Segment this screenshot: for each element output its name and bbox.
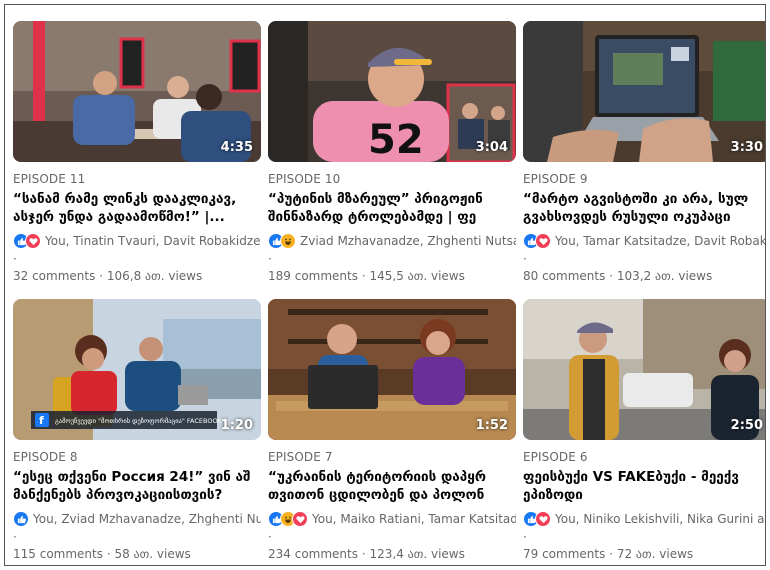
view-count: 72 ათ. views xyxy=(616,547,694,559)
episode-label: EPISODE 10 xyxy=(268,172,341,186)
video-title[interactable]: “ესეც თქვენი Россия 24!” ვინ აშ მანქენებ… xyxy=(13,468,261,504)
reactors-text[interactable]: You, Niniko Lekishvili, Nika Gurini and … xyxy=(555,512,765,526)
thumbnail-image xyxy=(523,21,765,162)
view-count: 106,8 ათ. views xyxy=(106,269,203,281)
video-title-line-2[interactable]: ეპიზოდი xyxy=(523,486,765,504)
video-title-line-2[interactable]: მანქენებს პროვოკაციისთვის? xyxy=(13,486,261,504)
video-stats: 32 comments · 106,8 ათ. views xyxy=(13,269,261,281)
separator-dot: · xyxy=(268,530,272,544)
separator-dot: · xyxy=(361,269,366,281)
video-title-line-1[interactable]: “პუტინის მზარეულ” პრიგოჟინ xyxy=(268,190,516,208)
video-thumbnail[interactable]: 4:35 xyxy=(13,21,261,162)
video-grid-panel: 4:35 EPISODE 11 “სანამ რამე ლინკს დააკლი… xyxy=(4,4,766,566)
video-title-line-1[interactable]: “მარტო აგვისტოში კი არა, სულ xyxy=(523,190,765,208)
separator-dot: · xyxy=(13,252,17,266)
video-stats: 189 comments · 145,5 ათ. views xyxy=(268,269,516,281)
love-reaction-icon xyxy=(535,233,551,249)
video-duration: 1:52 xyxy=(475,418,508,433)
svg-text:52: 52 xyxy=(368,117,424,162)
overlay-caption: გამოუწვევდი "მოთხრის დეზოფორმაცია" FACEB… xyxy=(55,416,230,425)
video-card[interactable]: 4:35 EPISODE 11 “სანამ რამე ლინკს დააკლი… xyxy=(13,21,261,281)
thumbnail-image xyxy=(523,299,765,440)
comment-count[interactable]: 115 comments xyxy=(13,547,103,559)
reactions-row[interactable]: You, Tinatin Tvauri, Davit Robakidze and xyxy=(13,232,261,250)
separator-dot: · xyxy=(523,530,527,544)
episode-label: EPISODE 7 xyxy=(268,450,333,464)
video-duration: 3:30 xyxy=(730,140,763,155)
comment-count[interactable]: 80 comments xyxy=(523,269,605,281)
video-grid: 4:35 EPISODE 11 “სანამ რამე ლინკს დააკლი… xyxy=(13,21,765,559)
episode-label: EPISODE 8 xyxy=(13,450,78,464)
haha-reaction-icon xyxy=(280,233,296,249)
video-title[interactable]: “უკრაინის ტერიტორიის დაპყრ თვითონ ცდილობ… xyxy=(268,468,516,504)
separator-dot: · xyxy=(106,547,111,559)
video-title-line-2[interactable]: შინნაზარდ ტროლებამდე | ფე xyxy=(268,208,516,226)
reactors-text[interactable]: You, Maiko Ratiani, Tamar Katsitadze a xyxy=(312,512,516,526)
separator-dot: · xyxy=(268,252,272,266)
video-stats: 80 comments · 103,2 ათ. views xyxy=(523,269,765,281)
svg-text:f: f xyxy=(39,414,44,427)
separator-dot: · xyxy=(361,547,366,559)
video-card[interactable]: f გამოუწვევდი "მოთხრის დეზოფორმაცია" FAC… xyxy=(13,299,261,559)
view-count: 123,4 ათ. views xyxy=(369,547,465,559)
reactions-row[interactable]: You, Niniko Lekishvili, Nika Gurini and … xyxy=(523,510,765,528)
video-stats: 234 comments · 123,4 ათ. views xyxy=(268,547,516,559)
view-count: 58 ათ. views xyxy=(114,547,191,559)
video-title-line-1[interactable]: ფეისბუქი VS FAKEბუქი - მეექვ xyxy=(523,468,765,486)
episode-label: EPISODE 9 xyxy=(523,172,588,186)
video-thumbnail[interactable]: f გამოუწვევდი "მოთხრის დეზოფორმაცია" FAC… xyxy=(13,299,261,440)
video-card[interactable]: 1:52 EPISODE 7 “უკრაინის ტერიტორიის დაპყ… xyxy=(268,299,516,559)
video-title[interactable]: “სანამ რამე ლინკს დააკლიკავ, ასჯერ უნდა … xyxy=(13,190,261,226)
video-thumbnail[interactable]: 2:50 xyxy=(523,299,765,440)
video-title[interactable]: “მარტო აგვისტოში კი არა, სულ გვახსოვდეს … xyxy=(523,190,765,226)
love-reaction-icon xyxy=(292,511,308,527)
video-title[interactable]: ფეისბუქი VS FAKEბუქი - მეექვ ეპიზოდი xyxy=(523,468,765,504)
like-reaction-icon xyxy=(13,511,29,527)
separator-dot: · xyxy=(609,547,614,559)
reactions-row[interactable]: Zviad Mzhavanadze, Zhghenti Nutsa and xyxy=(268,232,516,250)
video-title-line-1[interactable]: “სანამ რამე ლინკს დააკლიკავ, xyxy=(13,190,261,208)
video-duration: 2:50 xyxy=(730,418,763,433)
video-thumbnail[interactable]: 1:52 xyxy=(268,299,516,440)
episode-label: EPISODE 6 xyxy=(523,450,588,464)
reactors-text[interactable]: You, Tamar Katsitadze, Davit Robakidze a xyxy=(555,234,765,248)
view-count: 145,5 ათ. views xyxy=(369,269,465,281)
video-title-line-1[interactable]: “უკრაინის ტერიტორიის დაპყრ xyxy=(268,468,516,486)
video-thumbnail[interactable]: 52 3:04 xyxy=(268,21,516,162)
video-title[interactable]: “პუტინის მზარეულ” პრიგოჟინ შინნაზარდ ტრო… xyxy=(268,190,516,226)
reactions-row[interactable]: You, Tamar Katsitadze, Davit Robakidze a xyxy=(523,232,765,250)
video-card[interactable]: 52 3:04 EPISODE 10 “პუტინის მზარეულ” პრი… xyxy=(268,21,516,281)
reactors-text[interactable]: Zviad Mzhavanadze, Zhghenti Nutsa and xyxy=(300,234,516,248)
video-card[interactable]: 3:30 EPISODE 9 “მარტო აგვისტოში კი არა, … xyxy=(523,21,765,281)
view-count: 103,2 ათ. views xyxy=(616,269,713,281)
reactions-row[interactable]: You, Maiko Ratiani, Tamar Katsitadze a xyxy=(268,510,516,528)
separator-dot: · xyxy=(523,252,527,266)
separator-dot: · xyxy=(13,530,17,544)
episode-label: EPISODE 11 xyxy=(13,172,86,186)
comment-count[interactable]: 32 comments xyxy=(13,269,95,281)
love-reaction-icon xyxy=(535,511,551,527)
comment-count[interactable]: 189 comments xyxy=(268,269,358,281)
video-duration: 3:04 xyxy=(475,140,508,155)
separator-dot: · xyxy=(99,269,104,281)
video-card[interactable]: 2:50 EPISODE 6 ფეისბუქი VS FAKEბუქი - მე… xyxy=(523,299,765,559)
separator-dot: · xyxy=(609,269,614,281)
comment-count[interactable]: 234 comments xyxy=(268,547,358,559)
reactors-text[interactable]: You, Tinatin Tvauri, Davit Robakidze and xyxy=(45,234,261,248)
video-title-line-1[interactable]: “ესეც თქვენი Россия 24!” ვინ აშ xyxy=(13,468,261,486)
video-stats: 79 comments · 72 ათ. views xyxy=(523,547,765,559)
video-duration: 1:20 xyxy=(220,418,253,433)
reactors-text[interactable]: You, Zviad Mzhavanadze, Zhghenti Nutsa a… xyxy=(33,512,261,526)
love-reaction-icon xyxy=(25,233,41,249)
reactions-row[interactable]: You, Zviad Mzhavanadze, Zhghenti Nutsa a… xyxy=(13,510,261,528)
video-thumbnail[interactable]: 3:30 xyxy=(523,21,765,162)
video-stats: 115 comments · 58 ათ. views xyxy=(13,547,261,559)
video-title-line-2[interactable]: გვახსოვდეს რუსული ოკუპაცი xyxy=(523,208,765,226)
comment-count[interactable]: 79 comments xyxy=(523,547,605,559)
video-title-line-2[interactable]: თვითონ ცდილობენ და პოლონ xyxy=(268,486,516,504)
video-duration: 4:35 xyxy=(220,140,253,155)
video-title-line-2[interactable]: ასჯერ უნდა გადაამოწმო!” |... xyxy=(13,208,261,226)
